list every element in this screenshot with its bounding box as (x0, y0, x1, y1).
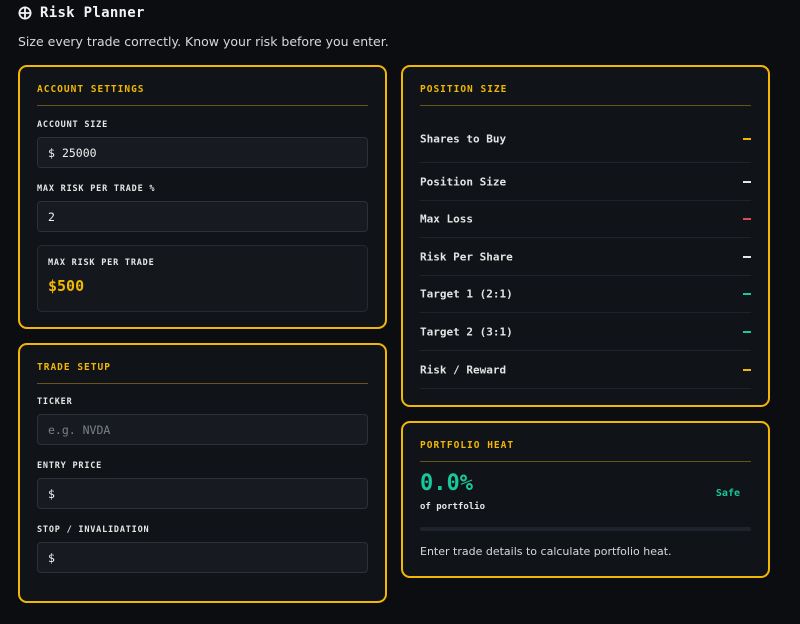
position-row-position-size: Position Size (420, 163, 751, 201)
ticker-label: TICKER (37, 397, 73, 407)
page-title: Risk Planner (40, 5, 145, 21)
page-header: Risk Planner Size every trade correctly.… (18, 4, 389, 49)
max-risk-percent-input[interactable]: 2 (37, 201, 368, 232)
divider (420, 461, 751, 462)
ticker-input[interactable]: e.g. NVDA (37, 414, 368, 445)
position-size-card: POSITION SIZE Shares to Buy Position Size… (401, 65, 770, 407)
status-badge: Safe (715, 488, 740, 499)
position-row-value (743, 368, 751, 371)
max-risk-value: $500 (48, 277, 85, 295)
position-row-value (743, 217, 751, 220)
entry-price-input[interactable]: $ (37, 478, 368, 509)
account-size-value: 25000 (61, 145, 97, 160)
dollar-prefix: $ (48, 145, 55, 160)
ticker-placeholder: e.g. NVDA (48, 422, 111, 437)
account-size-input[interactable]: $ 25000 (37, 137, 368, 168)
trade-setup-title: TRADE SETUP (37, 362, 111, 373)
portfolio-heat-card: PORTFOLIO HEAT 0.0% of portfolio Safe En… (401, 421, 770, 578)
max-risk-percent-label: MAX RISK PER TRADE % (37, 184, 156, 194)
position-row-label: Shares to Buy (420, 132, 507, 145)
crosshair-icon (18, 6, 32, 20)
account-size-label: ACCOUNT SIZE (37, 120, 109, 130)
position-row-label: Risk Per Share (420, 250, 513, 263)
dollar-prefix: $ (48, 550, 55, 565)
dollar-prefix: $ (48, 486, 55, 501)
position-row-label: Max Loss (420, 212, 473, 225)
portfolio-heat-bar (420, 527, 751, 531)
position-row-value (743, 180, 751, 183)
position-row-shares-to-buy: Shares to Buy (420, 115, 751, 163)
account-settings-title: ACCOUNT SETTINGS (37, 84, 145, 95)
portfolio-heat-value: 0.0% (420, 471, 473, 496)
trade-setup-card: TRADE SETUP TICKER e.g. NVDA ENTRY PRICE… (18, 343, 387, 603)
max-risk-summary: MAX RISK PER TRADE $500 (37, 245, 368, 312)
position-row-value (743, 292, 751, 295)
position-row-risk-reward: Risk / Reward (420, 351, 751, 389)
entry-price-label: ENTRY PRICE (37, 461, 103, 471)
max-risk-percent-value: 2 (48, 209, 55, 224)
position-row-label: Target 1 (2:1) (420, 287, 513, 300)
position-row-target-1-2-1: Target 1 (2:1) (420, 275, 751, 313)
position-row-value (743, 255, 751, 258)
stop-input[interactable]: $ (37, 542, 368, 573)
portfolio-heat-title: PORTFOLIO HEAT (420, 440, 515, 451)
position-row-risk-per-share: Risk Per Share (420, 238, 751, 276)
position-row-label: Target 2 (3:1) (420, 325, 513, 338)
position-row-max-loss: Max Loss (420, 200, 751, 238)
max-risk-label: MAX RISK PER TRADE (48, 258, 155, 268)
stop-label: STOP / INVALIDATION (37, 525, 150, 535)
portfolio-heat-note: Enter trade details to calculate portfol… (420, 545, 672, 558)
position-row-value (743, 330, 751, 333)
position-row-label: Risk / Reward (420, 363, 507, 376)
position-row-value (743, 137, 751, 140)
position-row-target-2-3-1: Target 2 (3:1) (420, 313, 751, 351)
account-settings-card: ACCOUNT SETTINGS ACCOUNT SIZE $ 25000 MA… (18, 65, 387, 329)
divider (37, 105, 368, 106)
divider (420, 105, 751, 106)
page-subtitle: Size every trade correctly. Know your ri… (18, 34, 389, 49)
title-row: Risk Planner (18, 4, 389, 22)
divider (37, 383, 368, 384)
position-row-label: Position Size (420, 175, 507, 188)
position-size-title: POSITION SIZE (420, 84, 508, 95)
portfolio-heat-subtitle: of portfolio (420, 502, 486, 512)
